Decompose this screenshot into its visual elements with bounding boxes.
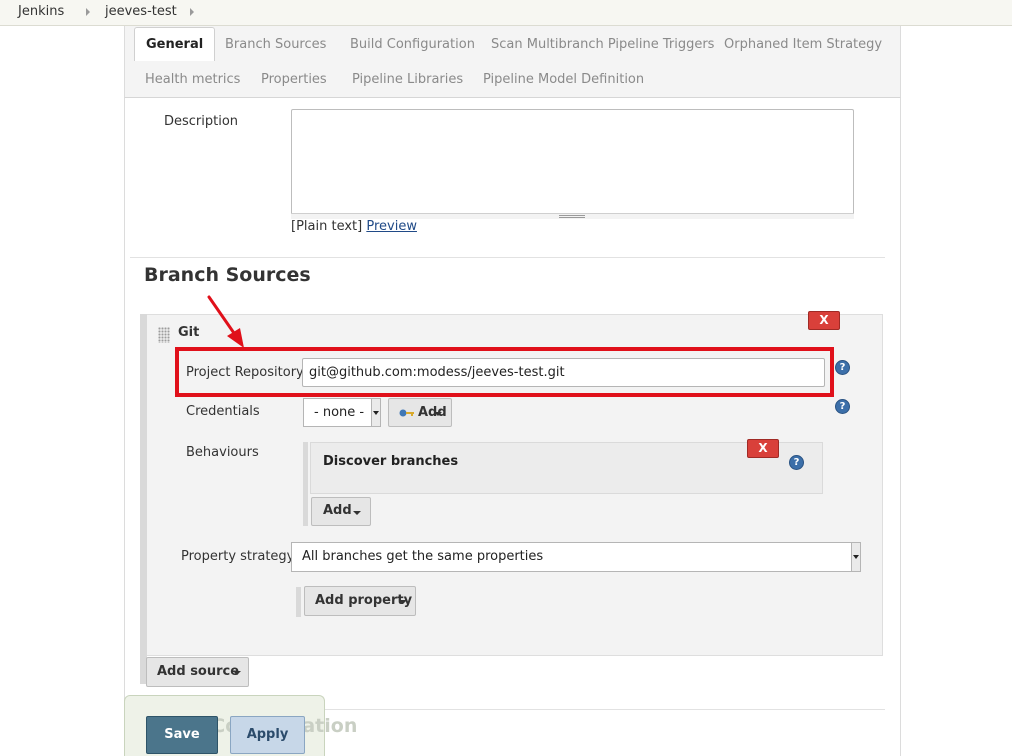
property-strategy-label: Property strategy [181,549,295,564]
breadcrumb-separator-icon[interactable] [86,8,90,16]
credentials-select[interactable]: - none - [303,398,381,427]
tab-health-metrics[interactable]: Health metrics [145,72,240,87]
caret-down-icon [851,543,860,571]
behaviours-label: Behaviours [186,445,259,460]
caret-down-icon [233,671,241,675]
tab-branch-sources[interactable]: Branch Sources [225,37,326,52]
description-textarea[interactable] [291,109,854,217]
section-divider [130,257,885,258]
delete-git-source-button[interactable]: X [808,311,840,330]
add-source-label: Add source [157,664,240,679]
branch-sources-heading: Branch Sources [144,264,311,286]
highlight-box [175,347,834,397]
description-label: Description [164,114,239,129]
add-property-button[interactable]: Add property [304,586,416,616]
help-icon[interactable]: ? [835,399,850,414]
plain-text-label: [Plain text] [291,219,363,234]
breadcrumb: Jenkins jeeves-test [0,0,1012,26]
property-strategy-select[interactable]: All branches get the same properties [291,542,861,572]
tab-scan-triggers[interactable]: Scan Multibranch Pipeline Triggers [491,37,714,52]
caret-down-icon [371,399,380,426]
tab-build-configuration[interactable]: Build Configuration [350,37,475,52]
tab-general[interactable]: General [134,27,216,61]
caret-down-icon [434,411,442,416]
property-strategy-selected-value: All branches get the same properties [302,549,544,564]
preview-link[interactable]: Preview [366,219,417,234]
breadcrumb-item-jenkins[interactable]: Jenkins [18,4,64,19]
apply-button[interactable]: Apply [230,716,305,754]
caret-down-icon [353,510,361,515]
description-format: [Plain text] Preview [291,219,417,234]
add-behaviour-button[interactable]: Add [311,497,371,526]
delete-behaviour-button[interactable]: X [747,439,779,458]
add-property-label: Add property [315,593,413,608]
tab-pipeline-model-definition[interactable]: Pipeline Model Definition [483,72,644,87]
credentials-add-label: Add [418,405,447,420]
git-source-title: Git [178,325,200,340]
annotation-arrow-icon [207,295,244,348]
behaviours-strip [303,442,308,526]
tab-pipeline-libraries[interactable]: Pipeline Libraries [352,72,463,87]
add-behaviour-label: Add [323,503,352,518]
credentials-label: Credentials [186,404,260,419]
save-button[interactable]: Save [146,716,218,754]
help-icon[interactable]: ? [835,360,850,375]
add-source-button[interactable]: Add source [146,657,249,687]
credentials-selected-value: - none - [314,405,365,420]
key-icon [399,409,414,417]
help-icon[interactable]: ? [789,455,804,470]
drag-handle-icon[interactable] [158,327,170,343]
behaviour-title: Discover branches [323,454,459,469]
property-strip [296,587,301,617]
breadcrumb-separator-icon[interactable] [190,8,194,16]
caret-down-icon [399,600,407,604]
breadcrumb-item-job[interactable]: jeeves-test [105,4,177,19]
git-source-strip [140,314,147,684]
tab-orphaned-item-strategy[interactable]: Orphaned Item Strategy [724,37,882,52]
credentials-add-button[interactable]: Add [388,398,452,427]
tab-properties[interactable]: Properties [261,72,327,87]
config-tabbar: General Branch Sources Build Configurati… [124,26,901,98]
